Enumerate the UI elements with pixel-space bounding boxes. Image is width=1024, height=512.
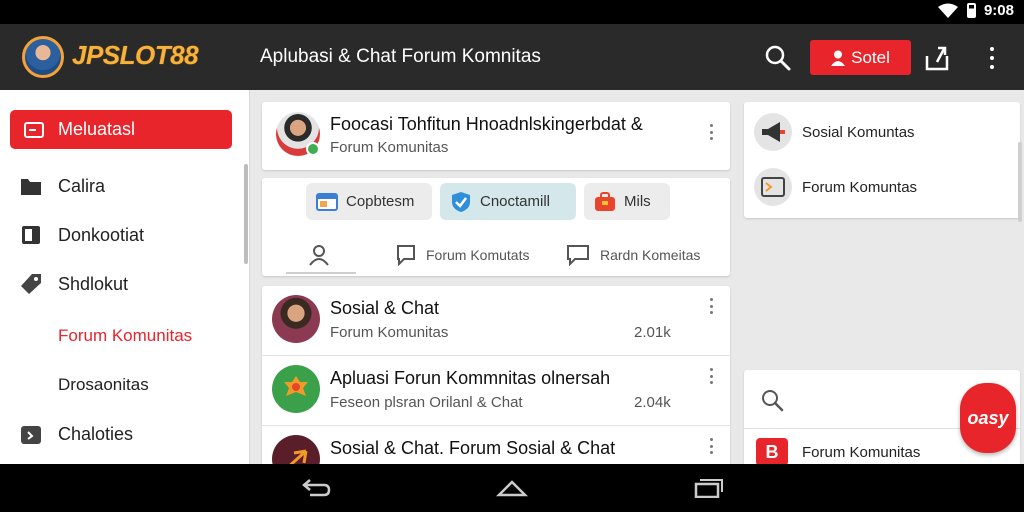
more-options-icon[interactable]: [982, 44, 1002, 72]
avatar[interactable]: [22, 36, 64, 78]
profile-subtitle: Forum Komunitas: [330, 139, 449, 156]
list-item[interactable]: Sosial & Chat Forum Komunitas 2.01k: [262, 286, 730, 356]
avatar: [272, 365, 320, 413]
list-item-title: Sosial & Chat. Forum Sosial & Chat: [330, 438, 616, 458]
tab-label: Forum Komutats: [426, 247, 530, 263]
right-panel-item-label: Sosial Komuntas: [802, 123, 915, 141]
document-icon: [20, 224, 42, 246]
tab-profile[interactable]: [308, 240, 340, 270]
right-panel-item-label: Forum Komuntas: [802, 178, 918, 196]
sidebar-item-label: Chaloties: [58, 423, 134, 444]
online-status-icon: [306, 142, 320, 156]
tab-rardn-komeitas[interactable]: Rardn Komeitas: [566, 240, 700, 270]
sidebar-item-label: Calira: [58, 175, 106, 196]
status-time: 9:08: [983, 2, 1014, 19]
list-item-subtitle: Forum Komunitas: [330, 324, 449, 341]
person-icon: [309, 245, 329, 266]
right-panel-item-forum-komunitas[interactable]: B Forum Komunitas: [756, 438, 920, 466]
right-panel-item-forum[interactable]: Forum Komuntas: [754, 167, 917, 207]
primary-action-label: Sotel: [851, 47, 890, 67]
tab-forum-komutats[interactable]: Forum Komutats: [396, 240, 529, 270]
battery-icon: [966, 3, 976, 18]
recents-icon[interactable]: [692, 478, 724, 498]
filter-card: Copbtesm Cnoctamill Mils Forum Komutats: [262, 178, 730, 276]
app-bar: JPSLOT88 Aplubasi & Chat Forum Komnitas …: [0, 24, 1024, 90]
chip-label: Mils: [624, 193, 651, 210]
chip-cnoctamill[interactable]: Cnoctamill: [440, 183, 576, 220]
more-options-icon[interactable]: [708, 368, 714, 384]
list-item-title: Sosial & Chat: [330, 298, 440, 318]
home-icon[interactable]: [496, 478, 528, 498]
search-icon[interactable]: [760, 388, 784, 412]
badge-icon: [284, 376, 308, 396]
sidebar: Meluatasl Calira Donkootiat Shdlokut For…: [0, 90, 250, 464]
sidebar-subitem-drosaonitas[interactable]: Drosaonitas: [58, 375, 149, 395]
back-icon[interactable]: [300, 478, 332, 498]
share-icon[interactable]: [924, 44, 950, 72]
chip-label: Copbtesm: [346, 193, 415, 210]
right-panel-item-sosial[interactable]: Sosial Komuntas: [754, 112, 915, 152]
chat-square-icon: [397, 245, 415, 266]
status-bar: 9:08: [0, 0, 1024, 24]
tag-icon: [20, 273, 42, 295]
system-nav-bar: [0, 464, 1024, 512]
bag-icon: [594, 191, 616, 212]
list-item[interactable]: Apluasi Forun Kommnitas olnersah Feseon …: [262, 356, 730, 426]
list-item-count: 2.01k: [634, 324, 671, 341]
list-item-count: 2.04k: [634, 394, 671, 411]
wifi-icon: [937, 3, 958, 18]
sidebar-item-shdlokut[interactable]: Shdlokut: [20, 269, 128, 299]
list-item-title: Apluasi Forun Kommnitas olnersah: [330, 368, 611, 388]
message-icon: [567, 245, 589, 266]
sidebar-item-calira[interactable]: Calira: [20, 171, 105, 201]
right-panel: Sosial Komuntas Forum Komuntas: [744, 102, 1020, 218]
avatar: [272, 295, 320, 343]
chip-mils[interactable]: Mils: [584, 183, 670, 220]
right-panel-item-label: Forum Komunitas: [802, 443, 921, 461]
tab-indicator: [286, 272, 356, 274]
sidebar-subitem-forum[interactable]: Forum Komunitas: [58, 326, 192, 346]
right-scrollbar[interactable]: [1018, 142, 1022, 222]
chip-label: Cnoctamill: [480, 193, 551, 210]
sidebar-item-chaloties[interactable]: Chaloties: [20, 419, 133, 449]
megaphone-icon: [754, 113, 792, 151]
profile-title: Foocasi Tohfitun Hnoadnlskingerbdat &: [330, 114, 643, 134]
primary-action-button[interactable]: Sotel: [810, 40, 911, 75]
page-title: Aplubasi & Chat Forum Komnitas: [260, 46, 541, 67]
user-icon: [831, 50, 846, 66]
brand-logo[interactable]: JPSLOT88: [72, 40, 199, 71]
sidebar-item-donkootiat[interactable]: Donkootiat: [20, 220, 144, 250]
folder-icon: [20, 175, 42, 197]
floating-action-button[interactable]: oasy: [960, 383, 1016, 453]
brand-badge-icon: B: [756, 438, 788, 466]
shield-check-icon: [450, 191, 472, 212]
window-icon: [316, 192, 338, 212]
tab-bar: Forum Komutats Rardn Komeitas: [262, 236, 730, 274]
app-screen: 9:08 JPSLOT88 Aplubasi & Chat Forum Komn…: [0, 0, 1024, 512]
sidebar-item-label: Donkootiat: [58, 224, 145, 245]
more-options-icon[interactable]: [708, 298, 714, 314]
profile-card[interactable]: Foocasi Tohfitun Hnoadnlskingerbdat & Fo…: [262, 102, 730, 170]
list-item-subtitle: Feseon plsran Orilanl & Chat: [330, 394, 523, 411]
sidebar-item-label: Meluatasl: [58, 119, 136, 139]
tab-label: Rardn Komeitas: [600, 247, 701, 263]
sidebar-item-label: Shdlokut: [58, 273, 129, 294]
sidebar-scrollbar[interactable]: [244, 164, 248, 264]
image-icon: [754, 168, 792, 206]
more-options-icon[interactable]: [708, 438, 714, 454]
sidebar-item-active[interactable]: Meluatasl: [10, 110, 232, 149]
search-icon[interactable]: [764, 44, 792, 72]
more-options-icon[interactable]: [708, 124, 714, 140]
calendar-icon: [20, 423, 42, 445]
card-icon: [24, 121, 44, 138]
chip-copbtesm[interactable]: Copbtesm: [306, 183, 432, 220]
feed-list: Sosial & Chat Forum Komunitas 2.01k Aplu…: [262, 286, 730, 476]
